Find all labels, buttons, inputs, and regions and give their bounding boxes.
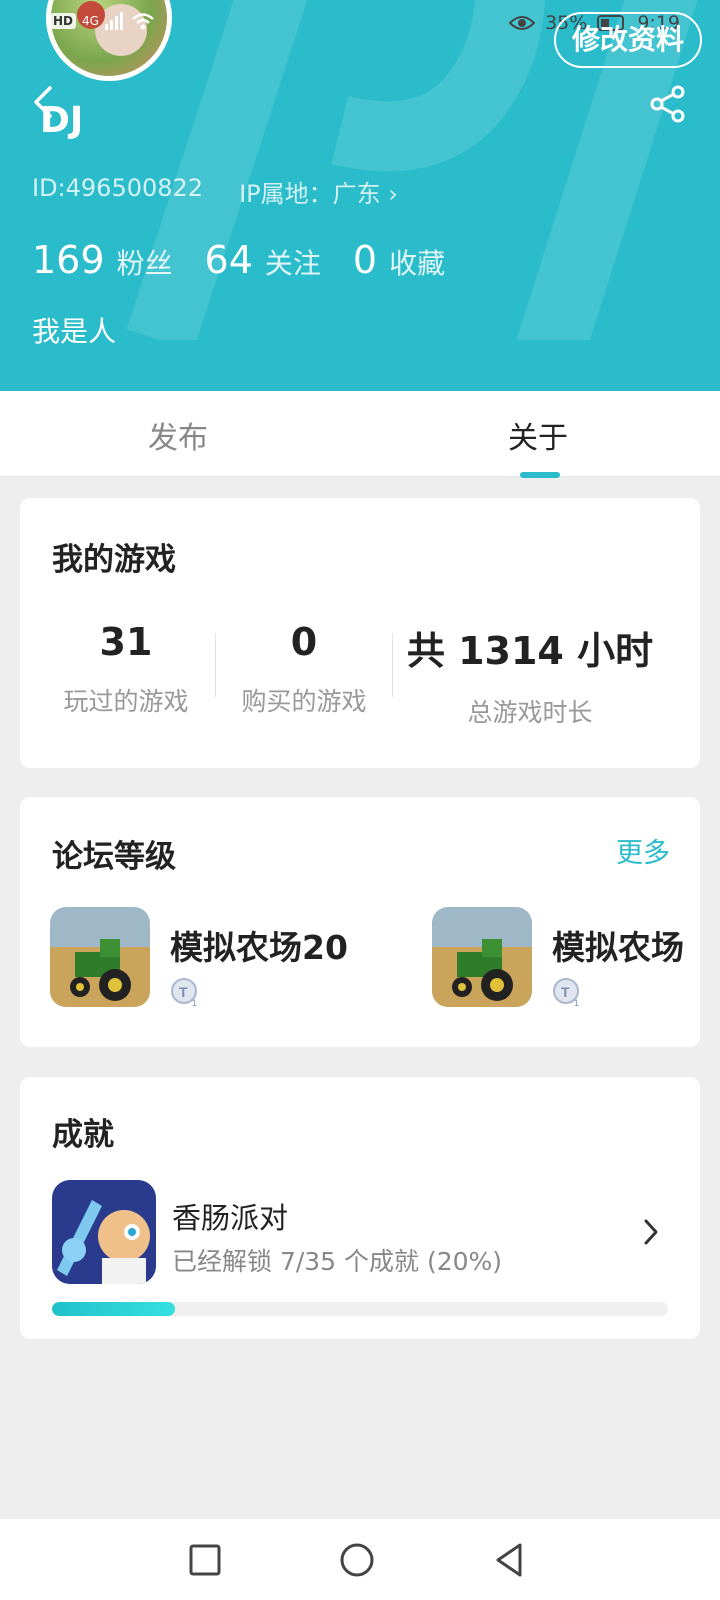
svg-text:T: T	[561, 984, 570, 1000]
level-badge-icon: T 1	[171, 978, 197, 1007]
tractor-game-icon	[432, 907, 532, 1007]
forum-game-name: 模拟农场20	[170, 928, 348, 967]
total-playtime-stat[interactable]: 共 1314 小时 总游戏时长	[390, 620, 670, 729]
favorites-label: 收藏	[389, 247, 446, 280]
sausage-party-icon[interactable]	[52, 1180, 156, 1284]
purchased-games-count: 0	[290, 620, 318, 664]
purchased-games-stat[interactable]: 0 购买的游戏	[204, 620, 404, 718]
svg-text:1: 1	[574, 998, 579, 1007]
user-id: ID:496500822	[32, 174, 204, 202]
played-games-stat[interactable]: 31 玩过的游戏	[26, 620, 226, 718]
forum-level-title: 论坛等级	[52, 839, 176, 875]
network-indicator: 4G	[82, 14, 99, 28]
following-count: 64	[204, 238, 253, 282]
followers-label: 粉丝	[116, 247, 173, 280]
system-nav-bar	[0, 1519, 720, 1600]
share-icon[interactable]	[648, 84, 688, 124]
favorites-stat[interactable]: 0 收藏	[353, 238, 445, 282]
forum-game-name: 模拟农场	[552, 928, 684, 967]
more-link[interactable]: 更多	[616, 831, 670, 870]
level-badge-icon: T 1	[553, 978, 579, 1007]
svg-text:T: T	[179, 984, 188, 1000]
following-label: 关注	[264, 247, 321, 280]
achievement-progress-text: 已经解锁 7/35 个成就 (20%)	[172, 1247, 503, 1276]
tab-publish[interactable]: 发布	[148, 413, 208, 457]
back-nav-icon[interactable]	[490, 1541, 528, 1579]
favorites-count: 0	[352, 238, 378, 282]
chevron-right-icon[interactable]	[642, 1217, 660, 1247]
following-stat[interactable]: 64 关注	[205, 238, 321, 282]
achievements-title: 成就	[52, 1117, 114, 1153]
achievement-progress-bar	[52, 1302, 668, 1316]
forum-item[interactable]: 模拟农场20 T 1	[50, 907, 390, 1007]
profile-header: HD 4G 35% 9:19 修改资料 DJ ID:496500822 IP属地…	[0, 0, 720, 391]
bio: 我是人	[32, 315, 117, 348]
home-icon[interactable]	[338, 1541, 376, 1579]
profile-tabs: 发布 关于	[0, 391, 720, 477]
my-games-card: 我的游戏 31 玩过的游戏 0 购买的游戏 共 1314 小时 总游戏时长	[20, 498, 700, 768]
ip-location-text: IP属地：广东	[239, 180, 381, 208]
my-games-title: 我的游戏	[52, 542, 176, 578]
total-playtime-label: 总游戏时长	[467, 698, 593, 727]
username: DJ	[40, 100, 84, 141]
forum-level-card: 论坛等级 更多 模拟农场20 T 1 模拟农场 T 1	[20, 797, 700, 1047]
chevron-right-icon: ›	[388, 180, 398, 208]
forum-item[interactable]: 模拟农场 T 1	[432, 907, 700, 1007]
wifi-icon	[132, 13, 154, 30]
tractor-game-icon	[50, 907, 150, 1007]
followers-stat[interactable]: 169 粉丝	[32, 238, 173, 282]
profile-stats: 169 粉丝 64 关注 0 收藏	[32, 238, 445, 282]
total-playtime-value: 共 1314 小时	[406, 629, 654, 673]
ip-location[interactable]: IP属地：广东 ›	[239, 174, 398, 209]
achievement-game-name: 香肠派对	[172, 1201, 289, 1235]
played-games-label: 玩过的游戏	[63, 687, 189, 716]
achievements-card: 成就 香肠派对 已经解锁 7/35 个成就 (20%)	[20, 1077, 700, 1339]
signal-icon	[104, 12, 123, 30]
profile-page: HD 4G 35% 9:19 修改资料 DJ ID:496500822 IP属地…	[0, 0, 720, 1600]
played-games-count: 31	[99, 620, 153, 664]
eye-icon	[509, 16, 536, 30]
svg-text:1: 1	[192, 998, 197, 1007]
edit-profile-button[interactable]: 修改资料	[553, 12, 702, 68]
followers-count: 169	[32, 238, 105, 282]
achievement-progress-fill	[52, 1302, 176, 1316]
active-tab-indicator	[520, 472, 560, 478]
recent-apps-icon[interactable]	[186, 1541, 224, 1579]
hd-indicator: HD	[50, 13, 77, 29]
id-row: ID:496500822 IP属地：广东 ›	[32, 174, 398, 209]
tab-about[interactable]: 关于	[508, 413, 568, 457]
purchased-games-label: 购买的游戏	[241, 687, 367, 716]
